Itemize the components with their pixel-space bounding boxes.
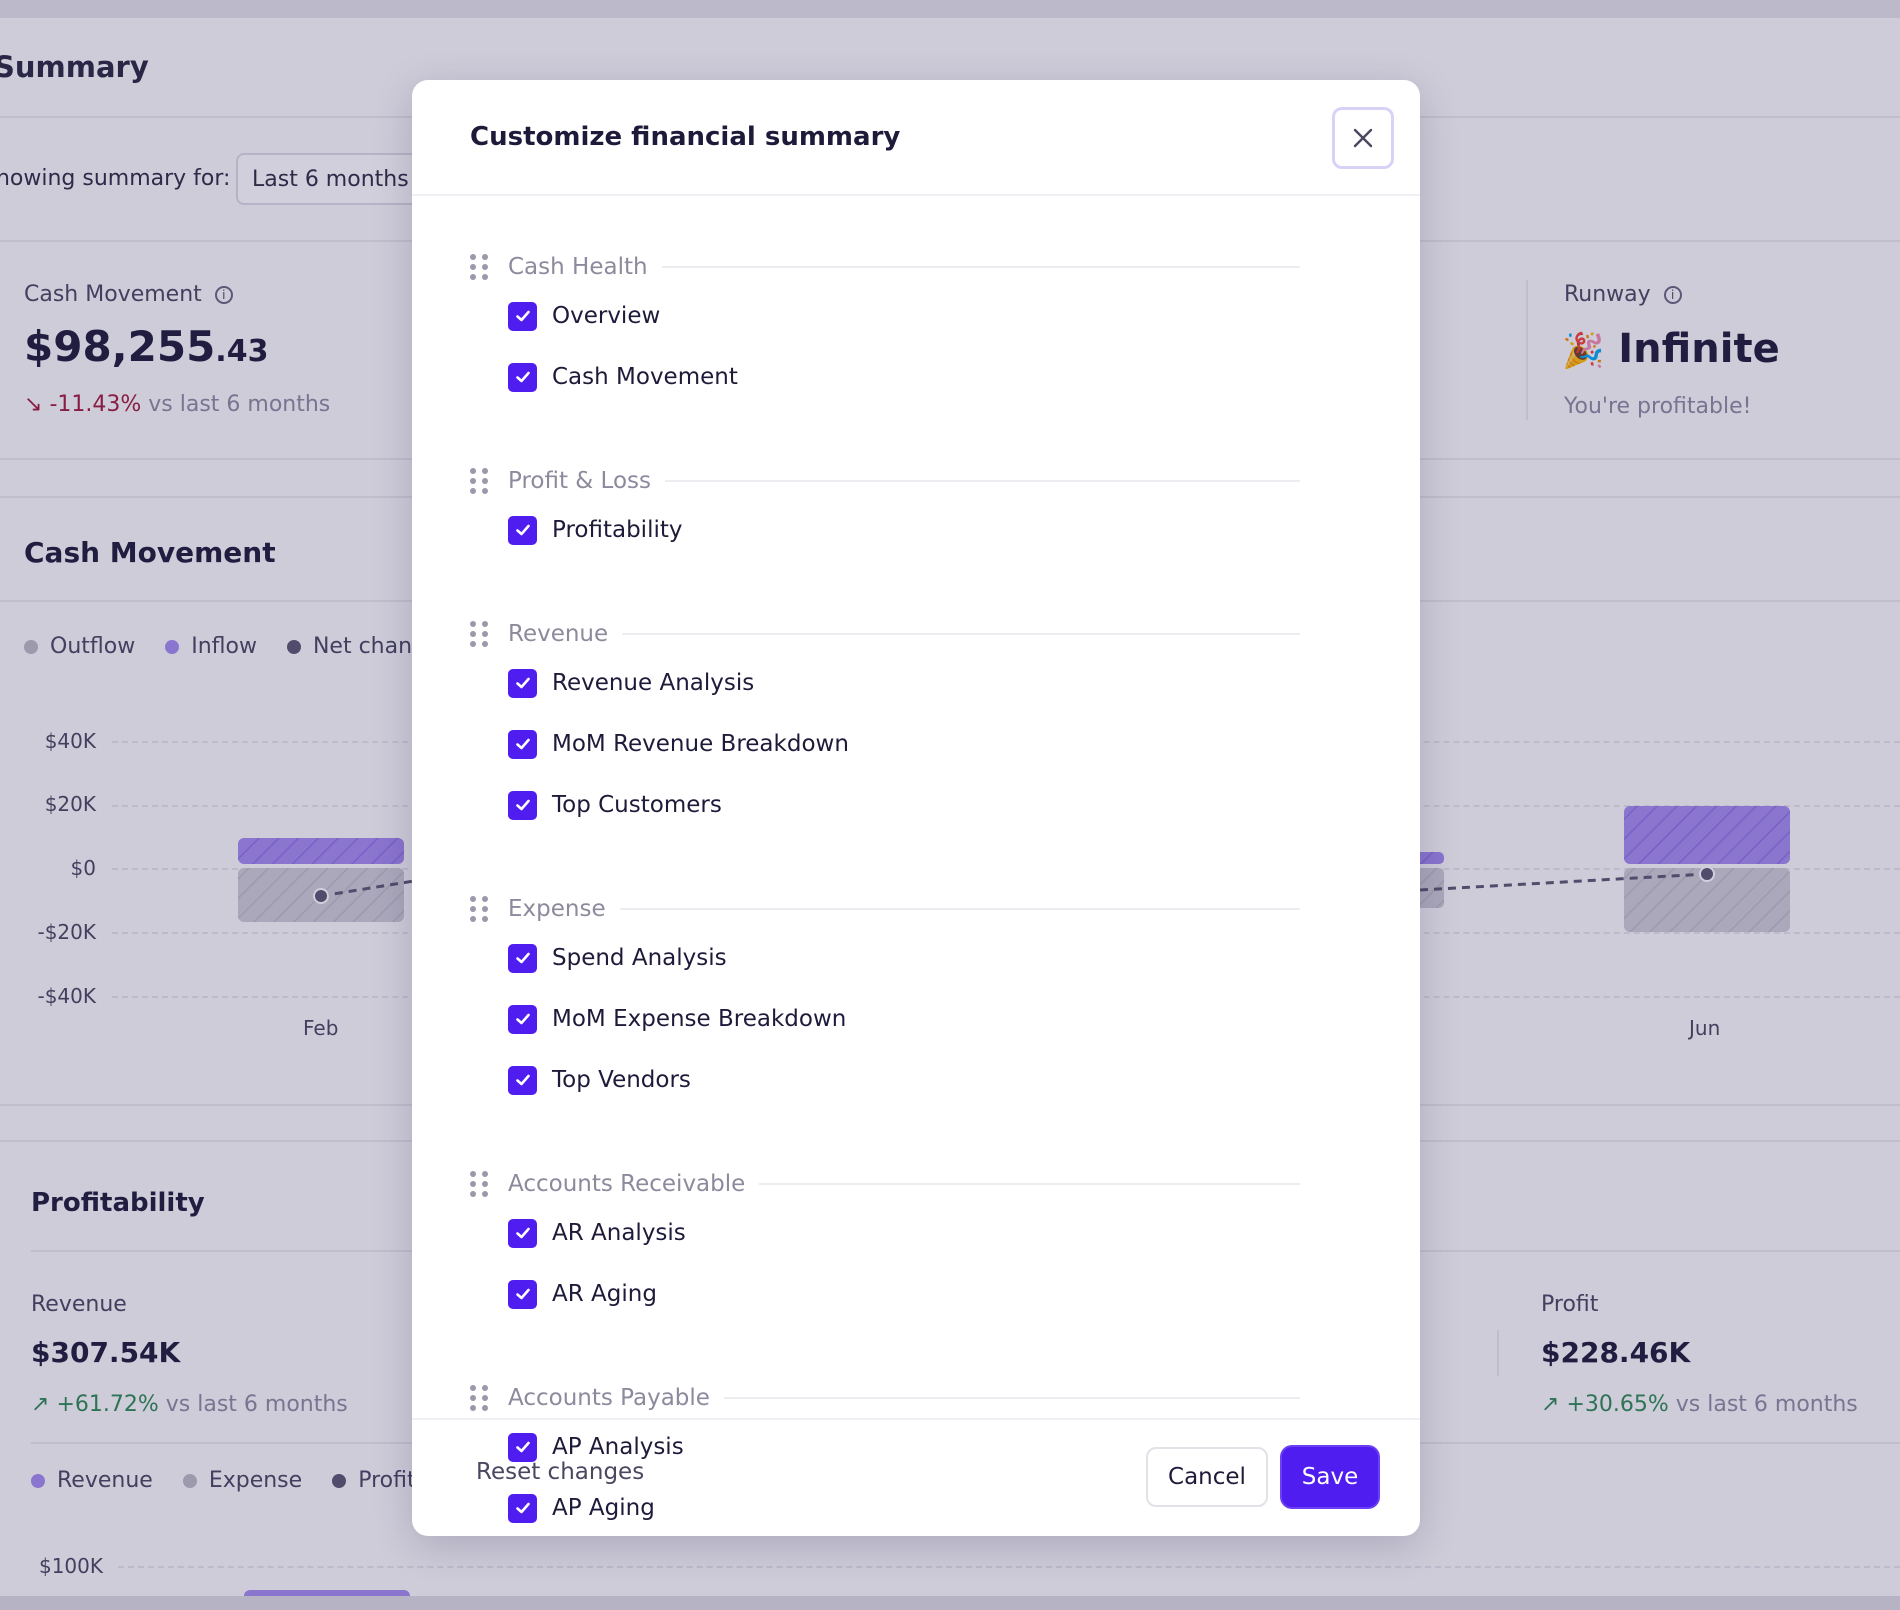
drag-handle-icon[interactable] <box>470 1171 490 1197</box>
section-group-label: Profit & Loss <box>508 468 651 494</box>
section-group-label: Accounts Receivable <box>508 1171 746 1197</box>
drag-handle-icon[interactable] <box>470 1385 490 1411</box>
section-divider <box>665 480 1300 482</box>
section-group-header: Profit & Loss <box>470 466 1330 496</box>
section-option[interactable]: Top Vendors <box>508 1064 691 1096</box>
checkmark-icon <box>515 799 530 811</box>
checkmark-icon <box>515 738 530 750</box>
section-divider <box>622 633 1300 635</box>
section-group: Accounts Receivable AR Analysis AR Aging <box>470 1169 1330 1349</box>
section-option-label: Revenue Analysis <box>552 670 755 696</box>
section-option-label: AR Aging <box>552 1281 657 1307</box>
section-divider <box>759 1183 1300 1185</box>
checkmark-icon <box>515 371 530 383</box>
checkbox-checked[interactable] <box>508 515 537 545</box>
section-divider <box>661 266 1300 268</box>
reset-changes-button[interactable]: Reset changes <box>476 1459 644 1485</box>
section-group-header: Revenue <box>470 619 1330 649</box>
checkbox-checked[interactable] <box>508 668 537 698</box>
section-option[interactable]: MoM Revenue Breakdown <box>508 728 849 760</box>
checkbox-checked[interactable] <box>508 1279 537 1309</box>
section-option[interactable]: Cash Movement <box>508 361 738 393</box>
checkbox-checked[interactable] <box>508 1065 537 1095</box>
section-option-label: MoM Revenue Breakdown <box>552 731 849 757</box>
checkmark-icon <box>515 1013 530 1025</box>
drag-handle-icon[interactable] <box>470 621 490 647</box>
checkmark-icon <box>515 1227 530 1239</box>
checkbox-checked[interactable] <box>508 301 537 331</box>
checkmark-icon <box>515 677 530 689</box>
checkbox-checked[interactable] <box>508 1004 537 1034</box>
section-group-header: Accounts Payable <box>470 1383 1330 1413</box>
cancel-button[interactable]: Cancel <box>1146 1447 1268 1507</box>
section-option-label: Top Vendors <box>552 1067 691 1093</box>
checkbox-checked[interactable] <box>508 362 537 392</box>
close-button[interactable] <box>1332 107 1394 169</box>
modal-title: Customize financial summary <box>470 122 901 152</box>
checkmark-icon <box>515 524 530 536</box>
section-divider <box>619 908 1300 910</box>
section-option-label: Profitability <box>552 517 683 543</box>
section-option-label: AR Analysis <box>552 1220 686 1246</box>
checkbox-checked[interactable] <box>508 1218 537 1248</box>
checkbox-checked[interactable] <box>508 790 537 820</box>
section-option[interactable]: Revenue Analysis <box>508 667 754 699</box>
section-group-label: Revenue <box>508 621 609 647</box>
section-group-header: Cash Health <box>470 252 1330 282</box>
section-option[interactable]: Spend Analysis <box>508 942 727 974</box>
close-icon <box>1353 128 1373 148</box>
drag-handle-icon[interactable] <box>470 468 490 494</box>
section-option-label: Overview <box>552 303 661 329</box>
drag-handle-icon[interactable] <box>470 254 490 280</box>
section-option[interactable]: AR Aging <box>508 1278 657 1310</box>
checkmark-icon <box>515 952 530 964</box>
section-group-label: Accounts Payable <box>508 1385 710 1411</box>
section-group: Cash Health Overview Cash Movement <box>470 252 1330 432</box>
section-option[interactable]: AR Analysis <box>508 1217 686 1249</box>
save-button[interactable]: Save <box>1282 1447 1378 1507</box>
section-group-header: Accounts Receivable <box>470 1169 1330 1199</box>
section-group: Profit & Loss Profitability <box>470 466 1330 585</box>
section-option-label: Spend Analysis <box>552 945 727 971</box>
checkbox-checked[interactable] <box>508 729 537 759</box>
section-group-header: Expense <box>470 894 1330 924</box>
checkmark-icon <box>515 1074 530 1086</box>
checkmark-icon <box>515 1288 530 1300</box>
checkmark-icon <box>515 310 530 322</box>
section-group-label: Expense <box>508 896 606 922</box>
section-group-label: Cash Health <box>508 254 648 280</box>
section-group: Expense Spend Analysis MoM Expense Breakdo… <box>470 894 1330 1135</box>
section-option-label: Cash Movement <box>552 364 738 390</box>
section-option-label: MoM Expense Breakdown <box>552 1006 847 1032</box>
section-divider <box>723 1397 1300 1399</box>
section-group: Revenue Revenue Analysis MoM Revenue Break… <box>470 619 1330 860</box>
section-option-label: Top Customers <box>552 792 722 818</box>
section-option[interactable]: Overview <box>508 300 660 332</box>
section-option[interactable]: MoM Expense Breakdown <box>508 1003 846 1035</box>
section-option[interactable]: Top Customers <box>508 789 722 821</box>
modal-footer: Reset changes Cancel Save <box>412 1418 1420 1536</box>
checkbox-checked[interactable] <box>508 943 537 973</box>
modal-header: Customize financial summary <box>412 80 1420 196</box>
section-option[interactable]: Profitability <box>508 514 683 546</box>
drag-handle-icon[interactable] <box>470 896 490 922</box>
customize-summary-modal: Customize financial summary Cash Health O… <box>412 80 1420 1536</box>
